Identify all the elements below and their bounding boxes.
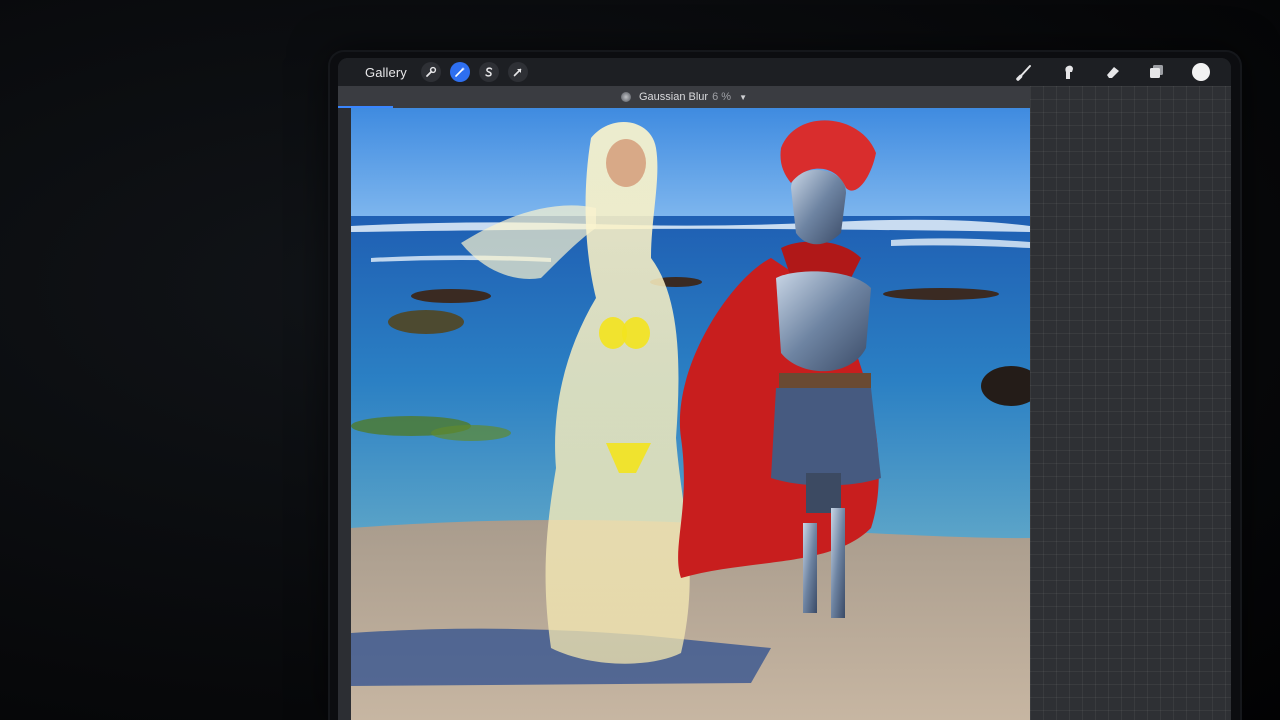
wrench-icon [425, 66, 436, 77]
selection-button[interactable] [478, 62, 499, 82]
layers-tool[interactable] [1147, 62, 1167, 82]
brush-icon [1016, 65, 1031, 81]
eraser-icon [1107, 67, 1119, 78]
top-toolbar: Gallery [338, 58, 1231, 86]
right-toolbar [1015, 62, 1211, 82]
actions-button[interactable] [420, 62, 441, 82]
artwork-canvas[interactable] [351, 108, 1030, 720]
adjustment-status-bar[interactable]: Gaussian Blur 6 % ▼ [338, 86, 1030, 108]
procreate-screen: Gallery Gaussian Blur 6 % ▼ [338, 58, 1231, 720]
beach-artwork-image [351, 108, 1030, 720]
canvas-grid-background [1030, 86, 1231, 720]
color-icon [1192, 63, 1210, 81]
layers-icon [1150, 65, 1163, 78]
brush-tool[interactable] [1015, 62, 1035, 82]
smudge-icon [1065, 65, 1073, 79]
color-picker[interactable] [1191, 62, 1211, 82]
magic-wand-icon [455, 67, 465, 77]
effect-percent: 6 % [712, 91, 732, 103]
ipad-frame: Gallery Gaussian Blur 6 % ▼ [330, 52, 1240, 720]
selection-s-icon [485, 67, 493, 77]
canvas-left-edge [338, 108, 351, 720]
eraser-tool[interactable] [1103, 62, 1123, 82]
arrow-cursor-icon [513, 68, 522, 77]
smudge-tool[interactable] [1059, 62, 1079, 82]
gaussian-blur-icon [621, 92, 631, 102]
chevron-down-icon: ▼ [739, 92, 747, 102]
effect-name: Gaussian Blur [639, 91, 709, 103]
transform-button[interactable] [507, 62, 528, 82]
gallery-button[interactable]: Gallery [365, 65, 407, 80]
adjustments-button[interactable] [449, 62, 470, 82]
